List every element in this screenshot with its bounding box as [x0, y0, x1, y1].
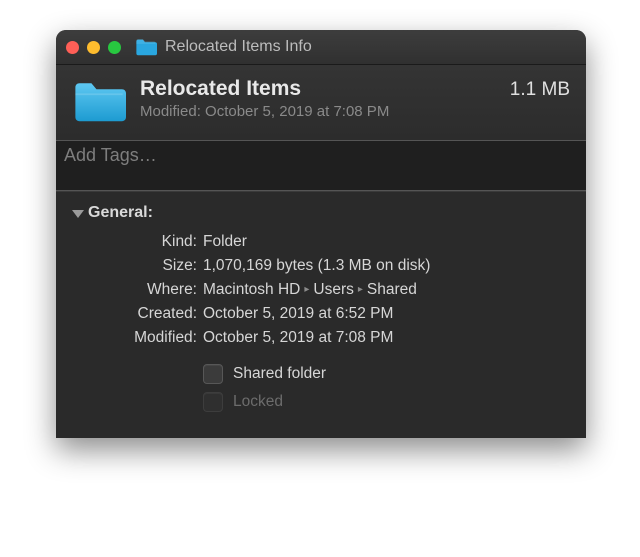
row-where: Where: Macintosh HD▸Users▸Shared — [72, 278, 570, 302]
created-label: Created: — [72, 302, 203, 326]
size-value: 1,070,169 bytes (1.3 MB on disk) — [203, 254, 570, 278]
tags-section — [56, 140, 586, 191]
header: Relocated Items 1.1 MB Modified: October… — [56, 65, 586, 140]
path-separator-icon: ▸ — [300, 284, 313, 295]
window-controls — [66, 41, 121, 54]
chevron-down-icon — [72, 210, 84, 218]
info-window: Relocated Items Info Relocated Items 1.1… — [56, 30, 586, 438]
checkbox-icon — [203, 364, 223, 384]
where-segment: Shared — [367, 281, 417, 298]
kind-value: Folder — [203, 230, 570, 254]
where-segment: Users — [313, 281, 353, 298]
locked-checkbox[interactable]: Locked — [203, 392, 570, 412]
item-modified: Modified: October 5, 2019 at 7:08 PM — [140, 103, 570, 120]
row-size: Size: 1,070,169 bytes (1.3 MB on disk) — [72, 254, 570, 278]
where-segment: Macintosh HD — [203, 281, 300, 298]
shared-folder-label: Shared folder — [233, 365, 326, 383]
general-section: General: Kind: Folder Size: 1,070,169 by… — [56, 191, 586, 438]
zoom-button[interactable] — [108, 41, 121, 54]
kind-label: Kind: — [72, 230, 203, 254]
folder-icon — [72, 79, 126, 126]
row-modified: Modified: October 5, 2019 at 7:08 PM — [72, 326, 570, 350]
item-size: 1.1 MB — [510, 79, 570, 101]
general-title: General: — [88, 204, 153, 222]
minimize-button[interactable] — [87, 41, 100, 54]
general-disclosure[interactable]: General: — [72, 204, 570, 222]
created-value: October 5, 2019 at 6:52 PM — [203, 302, 570, 326]
checkbox-icon — [203, 392, 223, 412]
titlebar: Relocated Items Info — [56, 30, 586, 65]
window-title: Relocated Items Info — [165, 38, 312, 56]
folder-icon — [135, 38, 157, 56]
where-value: Macintosh HD▸Users▸Shared — [203, 278, 570, 302]
checkboxes: Shared folder Locked — [203, 364, 570, 412]
close-button[interactable] — [66, 41, 79, 54]
locked-label: Locked — [233, 393, 283, 411]
modified-label: Modified: — [72, 326, 203, 350]
shared-folder-checkbox[interactable]: Shared folder — [203, 364, 570, 384]
where-label: Where: — [72, 278, 203, 302]
size-label: Size: — [72, 254, 203, 278]
tags-input[interactable] — [56, 140, 586, 191]
row-kind: Kind: Folder — [72, 230, 570, 254]
path-separator-icon: ▸ — [354, 284, 367, 295]
row-created: Created: October 5, 2019 at 6:52 PM — [72, 302, 570, 326]
modified-value: October 5, 2019 at 7:08 PM — [203, 326, 570, 350]
item-name: Relocated Items — [140, 77, 301, 101]
header-text: Relocated Items 1.1 MB Modified: October… — [140, 77, 570, 120]
